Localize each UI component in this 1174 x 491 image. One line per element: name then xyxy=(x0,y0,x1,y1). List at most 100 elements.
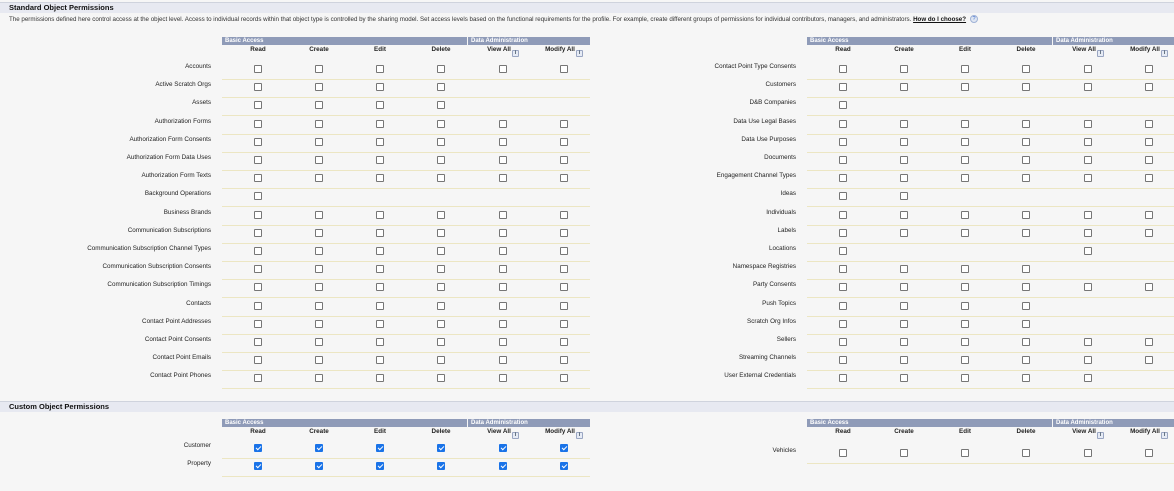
modify-all-checkbox[interactable] xyxy=(560,228,568,237)
info-icon[interactable]: i xyxy=(1096,432,1104,439)
view-all-checkbox[interactable] xyxy=(499,174,507,183)
create-checkbox[interactable] xyxy=(900,174,908,183)
view-all-checkbox[interactable] xyxy=(1084,228,1092,237)
read-checkbox[interactable] xyxy=(254,65,262,73)
modify-all-checkbox[interactable] xyxy=(1145,83,1153,92)
edit-checkbox[interactable] xyxy=(961,265,969,274)
modify-all-checkbox[interactable] xyxy=(560,65,568,73)
modify-all-checkbox[interactable] xyxy=(560,247,568,255)
view-all-checkbox[interactable] xyxy=(499,356,507,365)
edit-checkbox[interactable] xyxy=(961,228,969,237)
read-checkbox[interactable] xyxy=(839,174,847,183)
view-all-checkbox[interactable] xyxy=(1084,356,1092,365)
delete-checkbox[interactable] xyxy=(1022,283,1030,292)
read-checkbox[interactable] xyxy=(254,247,262,255)
read-checkbox[interactable] xyxy=(839,228,847,237)
modify-all-checkbox[interactable] xyxy=(1145,119,1153,128)
view-all-checkbox[interactable] xyxy=(499,228,507,237)
delete-checkbox[interactable] xyxy=(437,283,445,292)
modify-all-checkbox[interactable] xyxy=(1145,338,1153,346)
modify-all-checkbox[interactable] xyxy=(560,210,568,219)
create-checkbox[interactable] xyxy=(315,65,323,73)
create-checkbox[interactable] xyxy=(315,119,323,128)
view-all-checkbox[interactable] xyxy=(499,156,507,164)
create-checkbox[interactable] xyxy=(315,356,323,365)
delete-checkbox[interactable] xyxy=(437,338,445,346)
view-all-checkbox[interactable] xyxy=(1084,210,1092,219)
delete-checkbox[interactable] xyxy=(437,319,445,328)
view-all-checkbox[interactable] xyxy=(499,210,507,219)
read-checkbox[interactable] xyxy=(839,356,847,365)
read-checkbox[interactable] xyxy=(254,356,262,365)
delete-checkbox[interactable] xyxy=(1022,228,1030,237)
view-all-checkbox[interactable] xyxy=(499,137,507,146)
create-checkbox[interactable] xyxy=(315,301,323,310)
read-checkbox[interactable] xyxy=(839,65,847,73)
delete-checkbox[interactable] xyxy=(437,210,445,219)
view-all-checkbox[interactable] xyxy=(499,301,507,310)
view-all-checkbox[interactable] xyxy=(499,319,507,328)
delete-checkbox[interactable] xyxy=(437,301,445,310)
modify-all-checkbox[interactable] xyxy=(1145,137,1153,146)
create-checkbox[interactable] xyxy=(900,374,908,383)
delete-checkbox[interactable] xyxy=(437,174,445,183)
read-checkbox[interactable] xyxy=(254,462,262,471)
create-checkbox[interactable] xyxy=(900,192,908,201)
edit-checkbox[interactable] xyxy=(376,444,384,452)
view-all-checkbox[interactable] xyxy=(499,283,507,292)
create-checkbox[interactable] xyxy=(900,119,908,128)
modify-all-checkbox[interactable] xyxy=(1145,210,1153,219)
create-checkbox[interactable] xyxy=(315,444,323,452)
delete-checkbox[interactable] xyxy=(1022,137,1030,146)
create-checkbox[interactable] xyxy=(315,83,323,92)
edit-checkbox[interactable] xyxy=(961,137,969,146)
modify-all-checkbox[interactable] xyxy=(1145,156,1153,164)
create-checkbox[interactable] xyxy=(900,356,908,365)
delete-checkbox[interactable] xyxy=(437,374,445,383)
view-all-checkbox[interactable] xyxy=(1084,283,1092,292)
create-checkbox[interactable] xyxy=(315,228,323,237)
delete-checkbox[interactable] xyxy=(437,101,445,110)
view-all-checkbox[interactable] xyxy=(1084,119,1092,128)
delete-checkbox[interactable] xyxy=(1022,338,1030,346)
delete-checkbox[interactable] xyxy=(437,83,445,92)
info-icon[interactable]: i xyxy=(575,50,583,57)
modify-all-checkbox[interactable] xyxy=(560,301,568,310)
edit-checkbox[interactable] xyxy=(961,119,969,128)
edit-checkbox[interactable] xyxy=(961,319,969,328)
info-icon[interactable]: i xyxy=(1096,50,1104,57)
edit-checkbox[interactable] xyxy=(961,156,969,164)
edit-checkbox[interactable] xyxy=(961,338,969,346)
modify-all-checkbox[interactable] xyxy=(560,119,568,128)
delete-checkbox[interactable] xyxy=(437,247,445,255)
read-checkbox[interactable] xyxy=(254,338,262,346)
edit-checkbox[interactable] xyxy=(376,101,384,110)
create-checkbox[interactable] xyxy=(900,156,908,164)
view-all-checkbox[interactable] xyxy=(499,247,507,255)
create-checkbox[interactable] xyxy=(315,137,323,146)
view-all-checkbox[interactable] xyxy=(1084,156,1092,164)
view-all-checkbox[interactable] xyxy=(1084,174,1092,183)
edit-checkbox[interactable] xyxy=(961,449,969,457)
read-checkbox[interactable] xyxy=(839,319,847,328)
view-all-checkbox[interactable] xyxy=(1084,137,1092,146)
delete-checkbox[interactable] xyxy=(1022,156,1030,164)
read-checkbox[interactable] xyxy=(839,119,847,128)
edit-checkbox[interactable] xyxy=(961,210,969,219)
modify-all-checkbox[interactable] xyxy=(560,319,568,328)
edit-checkbox[interactable] xyxy=(376,228,384,237)
modify-all-checkbox[interactable] xyxy=(560,356,568,365)
delete-checkbox[interactable] xyxy=(1022,65,1030,73)
edit-checkbox[interactable] xyxy=(376,319,384,328)
read-checkbox[interactable] xyxy=(839,374,847,383)
modify-all-checkbox[interactable] xyxy=(560,265,568,274)
edit-checkbox[interactable] xyxy=(961,83,969,92)
edit-checkbox[interactable] xyxy=(376,83,384,92)
delete-checkbox[interactable] xyxy=(1022,449,1030,457)
delete-checkbox[interactable] xyxy=(1022,210,1030,219)
delete-checkbox[interactable] xyxy=(437,156,445,164)
edit-checkbox[interactable] xyxy=(376,283,384,292)
delete-checkbox[interactable] xyxy=(437,462,445,471)
create-checkbox[interactable] xyxy=(900,137,908,146)
info-icon[interactable]: i xyxy=(1160,50,1168,57)
